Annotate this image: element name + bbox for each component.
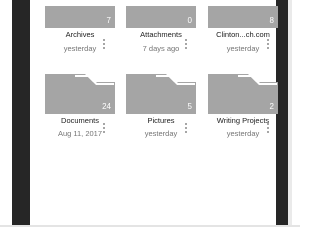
more-options-icon[interactable] xyxy=(265,123,271,135)
item-count: 24 xyxy=(102,102,111,111)
folder-tile-writing-projects[interactable]: 2 Writing Projects yesterday xyxy=(208,74,278,138)
more-options-icon[interactable] xyxy=(265,39,271,51)
folder-modified: yesterday xyxy=(144,129,178,138)
folder-modified: 7 days ago xyxy=(142,44,180,53)
more-options-icon[interactable] xyxy=(101,123,107,135)
item-count: 2 xyxy=(269,102,274,111)
folder-modified: yesterday xyxy=(226,44,260,53)
folder-icon: 8 xyxy=(208,6,278,28)
folder-icon: 2 xyxy=(208,74,278,114)
more-options-icon[interactable] xyxy=(101,39,107,51)
more-options-icon[interactable] xyxy=(183,123,189,135)
item-count: 7 xyxy=(106,16,111,25)
folder-modified: yesterday xyxy=(226,129,260,138)
item-count: 0 xyxy=(187,16,192,25)
folder-tile-pictures[interactable]: 5 Pictures yesterday xyxy=(126,74,196,138)
left-window-edge xyxy=(12,0,30,225)
folder-tile-attachments[interactable]: 0 Attachments 7 days ago xyxy=(126,6,196,53)
folder-name: Writing Projects xyxy=(216,116,270,125)
right-window-edge xyxy=(288,0,292,225)
folder-modified: yesterday xyxy=(63,44,97,53)
folder-tile-documents[interactable]: 24 Documents Aug 11, 2017 xyxy=(45,74,115,138)
folder-name: Pictures xyxy=(147,116,175,125)
folder-tile-archives[interactable]: 7 Archives yesterday xyxy=(45,6,115,53)
folder-modified: Aug 11, 2017 xyxy=(57,129,103,138)
folder-name: Clinton...ch.com xyxy=(216,30,270,39)
folder-icon: 7 xyxy=(45,6,115,28)
folder-icon: 5 xyxy=(126,74,196,114)
folder-tile-clinton[interactable]: 8 Clinton...ch.com yesterday xyxy=(208,6,278,53)
item-count: 5 xyxy=(187,102,192,111)
folder-name: Attachments xyxy=(140,30,182,39)
folder-name: Archives xyxy=(65,30,95,39)
folder-icon: 0 xyxy=(126,6,196,28)
bottom-divider xyxy=(0,225,300,227)
folder-name: Documents xyxy=(61,116,99,125)
item-count: 8 xyxy=(269,16,274,25)
more-options-icon[interactable] xyxy=(183,39,189,51)
folder-icon: 24 xyxy=(45,74,115,114)
